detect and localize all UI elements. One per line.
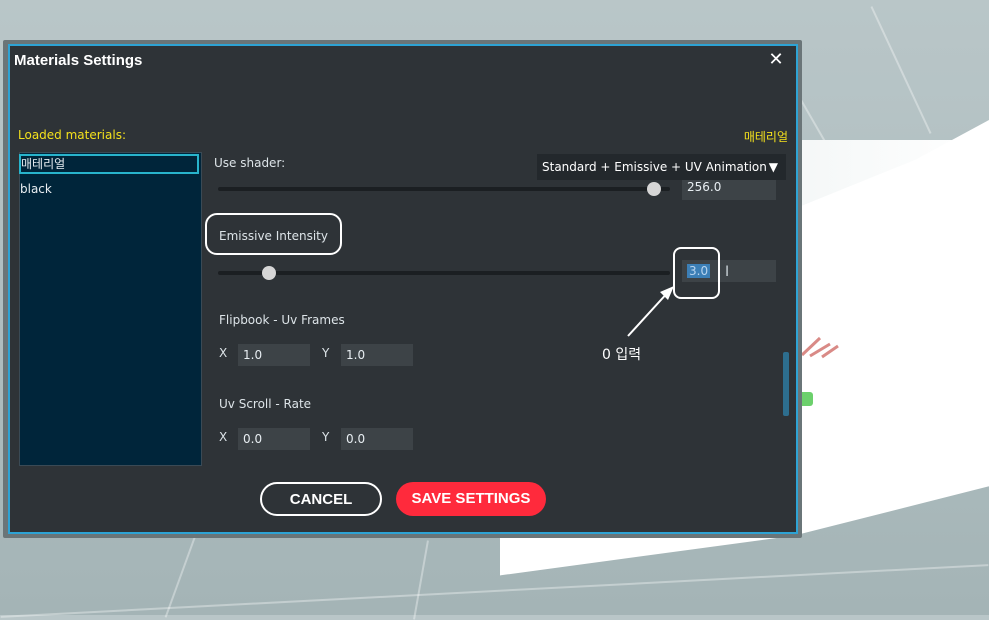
materials-list[interactable]: 매테리얼 black <box>19 152 202 466</box>
flipbook-x-label: X <box>219 346 228 360</box>
dialog-title: Materials Settings <box>14 52 143 69</box>
floor-grid-line <box>413 540 429 620</box>
previous-slider-thumb[interactable] <box>647 182 662 196</box>
save-settings-button[interactable]: SAVE SETTINGS <box>396 482 546 516</box>
loaded-materials-label: Loaded materials: <box>18 128 126 142</box>
flipbook-y-field[interactable]: 1.0 <box>341 344 413 366</box>
list-item-black[interactable]: black <box>20 180 198 198</box>
uv-scroll-x-label: X <box>219 430 228 444</box>
current-material-name: 매테리얼 <box>743 130 788 144</box>
use-shader-label: Use shader: <box>214 156 286 170</box>
annotation-arrow-icon <box>627 286 674 337</box>
previous-value-field[interactable]: 256.0 <box>682 180 776 200</box>
emissive-intensity-label: Emissive Intensity <box>219 229 328 243</box>
emissive-slider-thumb[interactable] <box>261 266 276 280</box>
list-item-material[interactable]: 매테리얼 <box>19 154 199 174</box>
settings-scrollbar[interactable] <box>783 352 789 416</box>
uv-scroll-y-field[interactable]: 0.0 <box>341 428 413 450</box>
flipbook-label: Flipbook - Uv Frames <box>219 313 345 327</box>
uv-scroll-y-label: Y <box>322 430 330 444</box>
cancel-button[interactable]: CANCEL <box>260 482 382 516</box>
flipbook-x-field[interactable]: 1.0 <box>238 344 310 366</box>
uv-scroll-label: Uv Scroll - Rate <box>219 397 312 411</box>
shader-dropdown-value: Standard + Emissive + UV Animation <box>542 160 767 174</box>
uv-scroll-x-field[interactable]: 0.0 <box>238 428 310 450</box>
emissive-slider-track[interactable] <box>218 271 670 275</box>
floor-grid-line <box>0 564 989 618</box>
close-button[interactable]: ✕ <box>766 50 786 70</box>
materials-settings-dialog: Materials Settings ✕ Loaded materials: 매… <box>8 44 798 534</box>
text-cursor-icon: I <box>725 264 730 280</box>
red-axis-gizmo <box>800 336 839 359</box>
flipbook-y-label: Y <box>322 346 330 360</box>
annotation-text: 0 입력 <box>602 347 642 363</box>
dropdown-arrow-icon: ▼ <box>768 160 778 174</box>
previous-slider-track[interactable] <box>218 187 670 191</box>
floor-grid-line <box>870 6 932 134</box>
shader-dropdown[interactable]: Standard + Emissive + UV Animation ▼ <box>537 154 786 180</box>
